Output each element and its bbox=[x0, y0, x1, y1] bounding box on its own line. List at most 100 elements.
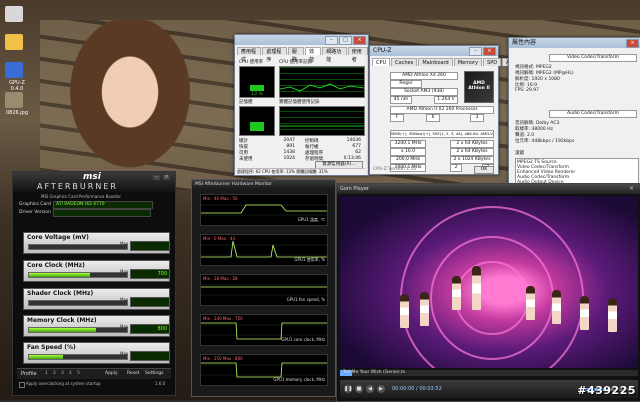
cpu-instructions-field: MMX(+), 3DNow!(+), SSE(1, 2, 3, 4A), x86… bbox=[390, 130, 494, 138]
max-label: Max bbox=[120, 324, 129, 329]
properties-title: 屬性內容 bbox=[512, 39, 537, 46]
folder-icon[interactable] bbox=[5, 34, 23, 50]
tab-memory[interactable]: Memory bbox=[453, 58, 483, 66]
profile-slot-3[interactable]: 3 bbox=[61, 371, 64, 376]
dancer bbox=[420, 292, 429, 326]
slider-label: Core Clock (MHz) bbox=[27, 262, 85, 269]
profile-slot-4[interactable]: 4 bbox=[69, 371, 72, 376]
gpuz-icon[interactable] bbox=[5, 62, 23, 78]
max-label: Max bbox=[120, 297, 129, 302]
max-label: Max bbox=[120, 351, 129, 356]
close-button[interactable]: × bbox=[483, 47, 496, 56]
video-info: 視訊格式: MPEG2 視訊解碼: MPEG2 (MP@HL) 解析度: 192… bbox=[515, 65, 574, 93]
cpuz-titlebar[interactable]: CPU-Z – × bbox=[370, 46, 498, 56]
image-file-icon[interactable] bbox=[5, 92, 23, 108]
tab-performance[interactable]: 效能 bbox=[305, 47, 322, 63]
slider-label: Shader Clock (MHz) bbox=[27, 290, 94, 297]
close-button[interactable]: × bbox=[353, 36, 366, 45]
cpu-usage-value: 13 % bbox=[251, 92, 263, 97]
startup-checkbox[interactable] bbox=[19, 382, 25, 388]
max-label: Max bbox=[120, 241, 129, 246]
apply-button[interactable]: Apply bbox=[105, 371, 118, 376]
properties-titlebar[interactable]: 屬性內容 × bbox=[509, 38, 640, 48]
close-button[interactable]: × bbox=[629, 185, 634, 192]
dancer bbox=[552, 290, 561, 324]
minimize-button[interactable]: – bbox=[153, 175, 160, 180]
maximize-button[interactable]: □ bbox=[339, 36, 352, 45]
tab-services[interactable]: 服務 bbox=[287, 47, 305, 63]
dancer bbox=[526, 286, 535, 320]
fan-speed-value[interactable] bbox=[130, 351, 170, 361]
profile-slot-2[interactable]: 2 bbox=[53, 371, 56, 376]
msi-logo: msi bbox=[83, 172, 101, 182]
tab-spd[interactable]: SPD bbox=[483, 58, 502, 66]
tab-mainboard[interactable]: Mainboard bbox=[418, 58, 453, 66]
pause-icon[interactable]: ❚❚ bbox=[344, 385, 352, 393]
l1-data-field: 2 x 64 KBytes bbox=[450, 140, 494, 148]
hwmon-graph: Min : 240 Max : 750 GPU1 core clock, MHz bbox=[200, 314, 328, 346]
graphics-card-label: Graphics Card bbox=[19, 202, 51, 207]
task-manager-titlebar[interactable]: – □ × bbox=[235, 35, 368, 45]
core-voltage-panel: Core Voltage (mV) Max bbox=[23, 232, 170, 254]
cpuz-ok-button[interactable]: OK bbox=[474, 166, 494, 174]
memory-history-graph bbox=[279, 106, 365, 136]
task-manager-status: 處理程序: 62 CPU 使用率: 13% 實體記憶體: 31% bbox=[237, 168, 365, 175]
cpuz-window[interactable]: CPU-Z – × CPU Caches Mainboard Memory SPD… bbox=[369, 45, 525, 175]
max-label: Max bbox=[120, 269, 129, 274]
bus-speed-field: 200.0 MHz bbox=[390, 156, 426, 164]
minimize-button[interactable]: – bbox=[469, 47, 482, 56]
tab-networking[interactable]: 網路功能 bbox=[322, 47, 347, 63]
desktop-icon-label: 0826.jpg bbox=[5, 110, 29, 116]
afterburner-logo-text: AFTERBURNER bbox=[37, 182, 118, 191]
video-codec-field: Video Codec/Transform bbox=[549, 54, 637, 62]
core-clock-panel: Core Clock (MHz) Max 700 bbox=[23, 260, 170, 282]
stop-icon[interactable]: ■ bbox=[355, 385, 363, 393]
memory-clock-value[interactable]: 800 bbox=[130, 324, 170, 334]
video-frame[interactable] bbox=[340, 196, 638, 368]
core-clock-slider[interactable] bbox=[28, 272, 128, 278]
hwmon-graph: Min : 28 Max : 28 GPU1 fan speed, % bbox=[200, 274, 328, 306]
graph-name-label: GPU1 memory clock, MHz bbox=[273, 377, 325, 382]
core-voltage-value[interactable] bbox=[130, 241, 170, 251]
hardware-monitor-window[interactable]: MSI Afterburner Hardware Monitor Min : 4… bbox=[191, 179, 336, 397]
cpuz-version: CPU-Z Version 1.55 bbox=[373, 167, 417, 172]
dancer bbox=[452, 276, 461, 310]
next-icon[interactable]: ▶ bbox=[377, 385, 385, 393]
tab-caches[interactable]: Caches bbox=[391, 58, 418, 66]
shader-clock-value[interactable] bbox=[130, 297, 170, 307]
settings-button[interactable]: Settings bbox=[145, 371, 163, 376]
l1-inst-field: 2 x 64 KBytes bbox=[450, 148, 494, 156]
fan-speed-slider[interactable] bbox=[28, 354, 128, 360]
cpuz-title: CPU-Z bbox=[373, 47, 392, 54]
profile-slot-1[interactable]: 1 bbox=[45, 371, 48, 376]
tab-cpu[interactable]: CPU bbox=[372, 58, 391, 66]
previous-icon[interactable]: ◀ bbox=[366, 385, 374, 393]
shader-clock-slider[interactable] bbox=[28, 300, 128, 306]
hwmon-graph: Min : 0 Max : 44 GPU1 使用率, % bbox=[200, 234, 328, 266]
task-manager-window[interactable]: – □ × 應用程式 處理程序 服務 效能 網路功能 使用者 CPU 使用率 13 … bbox=[234, 34, 369, 176]
cpu-name-field: AMD Athlon X4 260 bbox=[390, 72, 458, 80]
graph-name-label: GPU1 fan speed, % bbox=[286, 297, 325, 302]
minimize-button[interactable]: – bbox=[325, 36, 338, 45]
hwmon-graph: Min : 40 Max : 50 GPU1 溫度, ℃ bbox=[200, 194, 328, 226]
memory-clock-slider[interactable] bbox=[28, 327, 128, 333]
amd-logo-text: AMD Athlon II bbox=[468, 81, 490, 91]
reset-button[interactable]: Reset bbox=[127, 371, 140, 376]
tab-applications[interactable]: 應用程式 bbox=[237, 47, 262, 63]
hwmon-titlebar[interactable]: MSI Afterburner Hardware Monitor bbox=[192, 180, 335, 189]
afterburner-window[interactable]: msi AFTERBURNER – × MSI Graphics Card Pe… bbox=[12, 171, 176, 396]
time-display: 00:00:00 / 00:03:52 bbox=[392, 386, 442, 392]
dancer bbox=[580, 296, 589, 330]
profile-slot-5[interactable]: 5 bbox=[77, 371, 80, 376]
slider-label: Memory Clock (MHz) bbox=[27, 317, 97, 324]
tab-processes[interactable]: 處理程序 bbox=[262, 47, 287, 63]
core-clock-value[interactable]: 700 bbox=[130, 269, 170, 279]
player-titlebar[interactable]: Gom Player × bbox=[337, 184, 640, 194]
close-button[interactable]: × bbox=[626, 39, 639, 48]
recycle-bin-icon[interactable] bbox=[5, 6, 23, 22]
core-voltage-slider[interactable] bbox=[28, 244, 128, 250]
slider-label: Core Voltage (mV) bbox=[27, 234, 89, 241]
tab-users[interactable]: 使用者 bbox=[347, 47, 369, 63]
close-button[interactable]: × bbox=[163, 175, 170, 180]
media-player-window[interactable]: Gom Player × Tell Me Your Wish (Genie).t… bbox=[336, 183, 640, 402]
